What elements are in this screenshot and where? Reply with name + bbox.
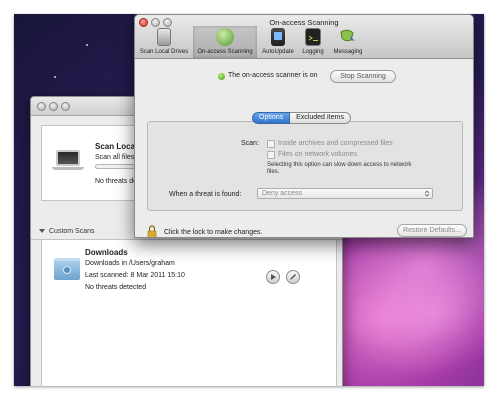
hard-drive-icon: [157, 28, 171, 46]
scanner-status-row: The on-access scanner is on Stop Scannin…: [135, 70, 473, 84]
pencil-icon: [290, 274, 296, 280]
messaging-icon: [339, 28, 357, 46]
scanner-status-text: The on-access scanner is on: [228, 72, 318, 79]
minimize-button[interactable]: [49, 102, 58, 111]
network-volumes-option-label[interactable]: Files on network volumes: [278, 151, 357, 158]
zoom-button[interactable]: [61, 102, 70, 111]
toolbar-logging[interactable]: Logging: [299, 28, 327, 55]
preferences-toolbar: On-access Scanning Scan Local Drives On-…: [135, 15, 473, 59]
downloads-path: Downloads in /Users/graham: [85, 260, 175, 267]
disclosure-triangle-icon[interactable]: [39, 229, 45, 234]
on-access-preferences-window: On-access Scanning Scan Local Drives On-…: [134, 14, 474, 238]
lock-message: Click the lock to make changes.: [164, 229, 263, 236]
close-button[interactable]: [37, 102, 46, 111]
downloads-title: Downloads: [85, 248, 128, 257]
archives-checkbox[interactable]: [267, 140, 275, 148]
scan-label: Scan:: [241, 140, 259, 147]
toolbar-autoupdate[interactable]: AutoUpdate: [259, 28, 297, 55]
play-icon: [271, 274, 276, 280]
archives-option-label[interactable]: Inside archives and compressed files: [278, 140, 393, 147]
console-icon: [305, 28, 321, 46]
desktop-background: Scan Local Dri Scan all files and f No t…: [14, 14, 484, 386]
threat-action-label: When a threat is found:: [169, 191, 242, 198]
custom-scan-list: Downloads Downloads in /Users/graham Las…: [41, 240, 337, 386]
status-indicator-icon: [218, 73, 225, 80]
threat-action-select[interactable]: Deny access: [257, 188, 433, 199]
downloads-folder-icon: [54, 258, 80, 280]
restore-defaults-button[interactable]: Restore Defaults...: [397, 224, 467, 237]
network-volumes-checkbox[interactable]: [267, 151, 275, 159]
shield-check-icon: [216, 28, 234, 46]
toolbar-scan-local-drives[interactable]: Scan Local Drives: [137, 28, 191, 55]
tab-options[interactable]: Options: [252, 112, 291, 124]
toolbar-messaging[interactable]: Messaging: [329, 28, 367, 55]
laptop-icon: [56, 150, 80, 166]
network-note: Selecting this option can slow down acce…: [267, 162, 412, 175]
autoupdate-icon: [271, 28, 285, 46]
run-scan-button[interactable]: [266, 270, 280, 284]
toolbar-on-access-scanning[interactable]: On-access Scanning: [193, 26, 257, 58]
edit-scan-button[interactable]: [286, 270, 300, 284]
custom-scans-label: Custom Scans: [49, 228, 95, 235]
stop-scanning-button[interactable]: Stop Scanning: [330, 70, 396, 83]
laptop-base: [52, 167, 84, 170]
tab-excluded-items[interactable]: Excluded Items: [290, 112, 351, 124]
window-title: On-access Scanning: [269, 18, 339, 27]
options-tab-bar: Options Excluded Items: [252, 112, 351, 124]
downloads-status: No threats detected: [85, 284, 147, 291]
downloads-last-scanned: Last scanned: 8 Mar 2011 15:10: [85, 272, 185, 279]
lock-icon[interactable]: [147, 225, 157, 238]
threat-action-value: Deny access: [262, 190, 303, 197]
custom-scans-header[interactable]: Custom Scans: [39, 228, 95, 235]
chevron-updown-icon: [424, 190, 430, 197]
